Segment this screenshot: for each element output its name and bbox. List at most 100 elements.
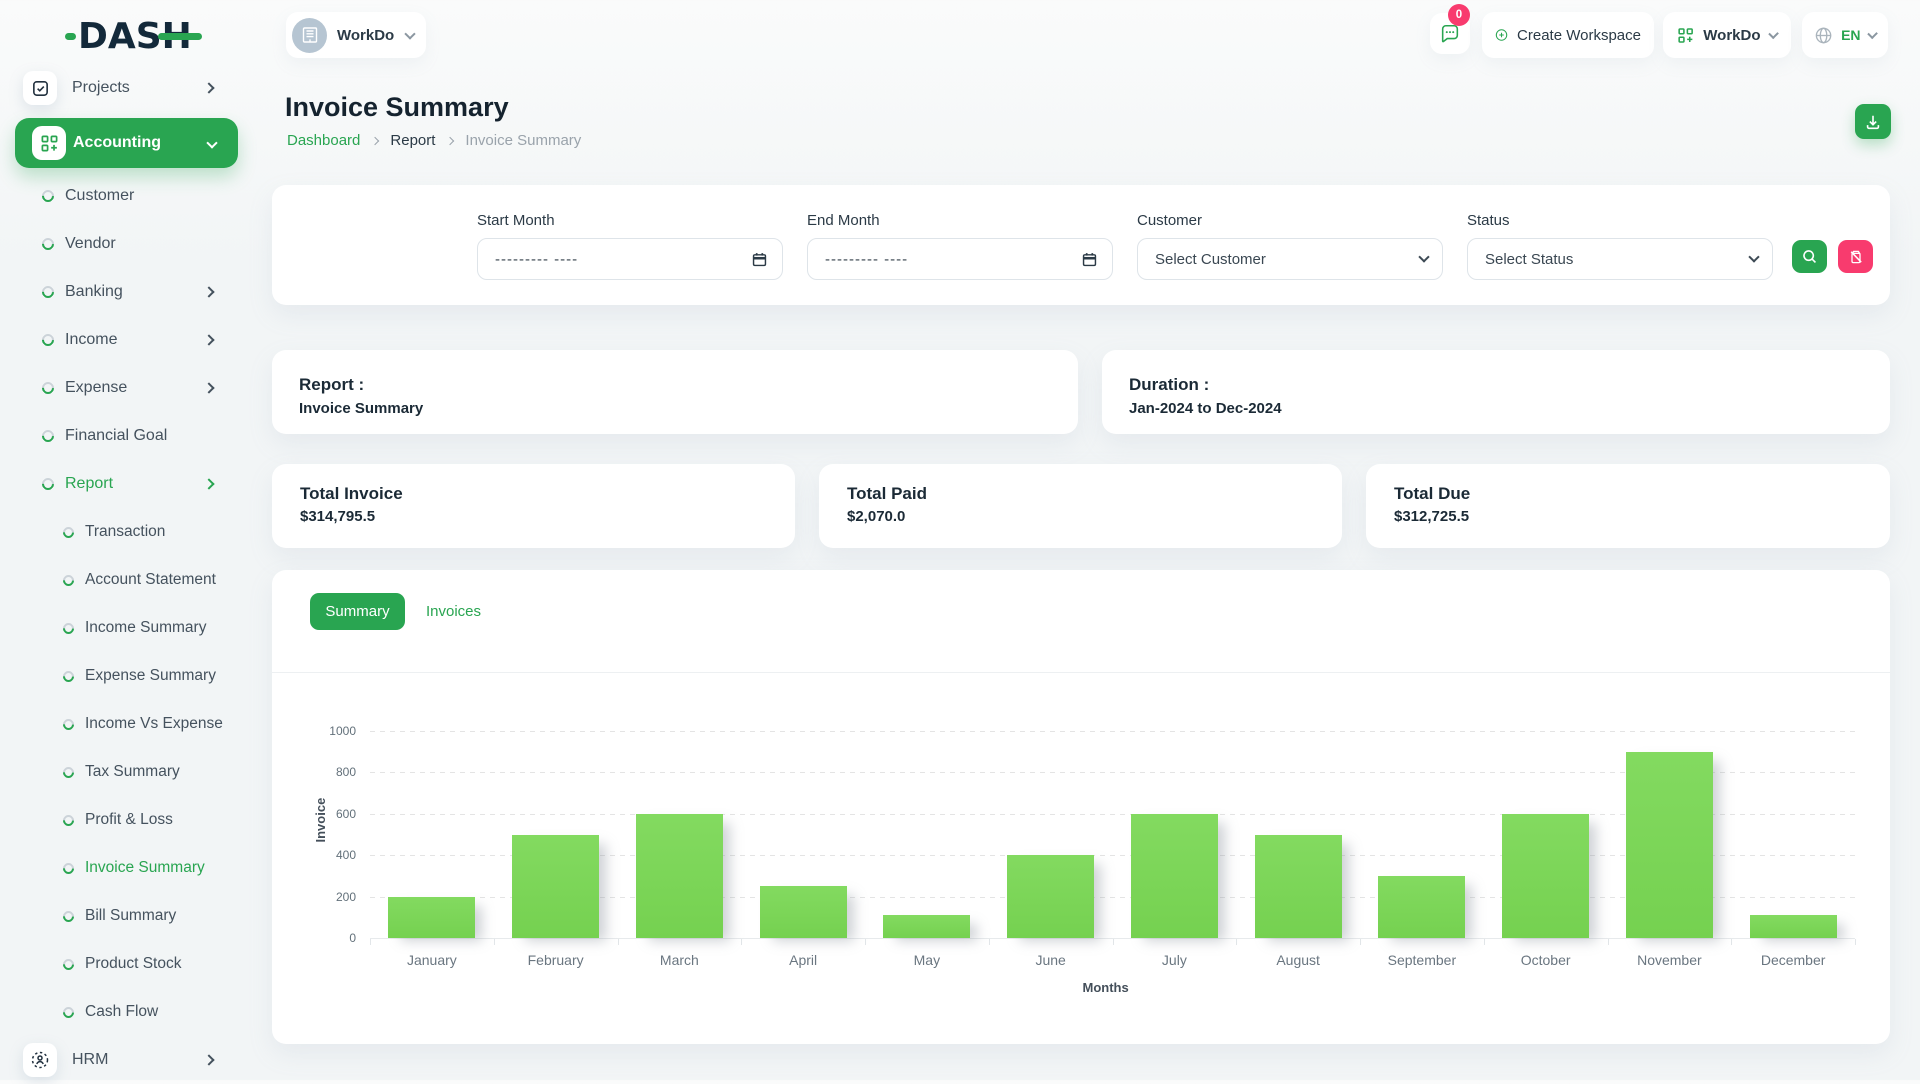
sidebar-item-label: Report [65,475,113,493]
tab-invoices[interactable]: Invoices [420,593,487,630]
plus-circle-icon [1495,25,1508,45]
duration-info-value: Jan-2024 to Dec-2024 [1129,400,1282,417]
bullet-icon [40,188,57,205]
chevron-down-icon [404,28,415,39]
y-tick-label: 0 [312,931,356,945]
sidebar-item-expense[interactable]: Expense [0,364,260,412]
chevron-right-icon [203,382,214,393]
status-select[interactable]: Select Status [1467,238,1773,280]
chevron-right-icon [203,1054,214,1065]
create-workspace-button[interactable]: Create Workspace [1482,12,1654,58]
bar-may [883,915,970,938]
bar-october [1502,814,1589,938]
stat-card-total-due: Total Due$312,725.5 [1366,464,1890,548]
bullet-icon [61,620,77,636]
clear-filter-icon [1848,249,1864,265]
x-tick-label: May [865,952,989,968]
bullet-icon [61,908,77,924]
sidebar-item-label: Cash Flow [85,1003,158,1021]
x-tick-label: April [741,952,865,968]
download-button[interactable] [1855,104,1891,139]
month-input-start[interactable]: --------- ---- [477,238,783,280]
y-tick-label: 200 [312,890,356,904]
customer-select[interactable]: Select Customer [1137,238,1443,280]
x-tick-label: March [618,952,742,968]
x-tick-label: January [370,952,494,968]
y-tick-label: 1000 [312,724,356,738]
reset-button[interactable] [1838,240,1873,273]
bar-march [636,814,723,938]
bullet-icon [61,1004,77,1020]
bullet-icon [40,380,57,397]
language-code: EN [1841,27,1860,43]
calendar-icon [1081,251,1098,268]
tab-summary[interactable]: Summary [310,593,405,630]
field-value: Select Status [1485,251,1750,268]
month-input-end[interactable]: --------- ---- [807,238,1113,280]
workspace-name: WorkDo [337,27,406,44]
sidebar-item-label: Profit & Loss [85,811,173,829]
sidebar-item-hrm[interactable]: HRM [0,1036,260,1084]
bar-august [1255,835,1342,939]
sidebar-item-income-vs-expense[interactable]: Income Vs Expense [0,700,260,748]
brand-logo[interactable]: DASH [78,16,208,56]
bullet-icon [61,524,77,540]
duration-info-label: Duration : [1129,375,1209,395]
x-axis-tick [1855,939,1856,945]
chevron-down-icon [1748,251,1759,262]
sidebar-item-expense-summary[interactable]: Expense Summary [0,652,260,700]
sidebar-item-bill-summary[interactable]: Bill Summary [0,892,260,940]
sidebar-item-income[interactable]: Income [0,316,260,364]
sidebar-item-label: Account Statement [85,571,216,589]
sidebar-item-transaction[interactable]: Transaction [0,508,260,556]
sidebar-item-tax-summary[interactable]: Tax Summary [0,748,260,796]
globe-icon [1814,25,1833,46]
building-icon [300,25,320,45]
sidebar-item-label: Financial Goal [65,427,167,445]
breadcrumb-separator [446,136,454,144]
sidebar-item-financial-goal[interactable]: Financial Goal [0,412,260,460]
x-axis-tick [1236,939,1237,945]
bullet-icon [61,572,77,588]
x-axis-title: Months [1083,980,1129,995]
bar-january [388,897,475,938]
sidebar-item-banking[interactable]: Banking [0,268,260,316]
sidebar-item-customer[interactable]: Customer [0,172,260,220]
bar-november [1626,752,1713,938]
workspace-menu[interactable]: WorkDo [1663,12,1791,58]
breadcrumb-report[interactable]: Report [390,132,435,149]
sidebar-item-invoice-summary[interactable]: Invoice Summary [0,844,260,892]
language-selector[interactable]: EN [1802,12,1888,58]
x-axis-tick [1484,939,1485,945]
breadcrumb-dashboard[interactable]: Dashboard [287,132,360,149]
page-title: Invoice Summary [285,92,509,123]
chevron-down-icon [1768,28,1779,39]
bar-february [512,835,599,939]
sidebar: Projects Accounting Customer Vendor Banking I… [0,64,260,1084]
x-tick-label: September [1360,952,1484,968]
stat-value: $2,070.0 [847,508,905,525]
chevron-right-icon [203,286,214,297]
chevron-down-icon [1418,251,1429,262]
sidebar-item-income-summary[interactable]: Income Summary [0,604,260,652]
sidebar-item-label: Vendor [65,235,116,253]
bullet-icon [61,812,77,828]
sidebar-item-account-statement[interactable]: Account Statement [0,556,260,604]
sidebar-item-accounting[interactable]: Accounting [15,118,238,168]
sidebar-item-profit-loss[interactable]: Profit & Loss [0,796,260,844]
x-axis-tick [618,939,619,945]
sidebar-item-label: Income [65,331,117,349]
sidebar-item-projects[interactable]: Projects [0,64,260,112]
x-axis-tick [1731,939,1732,945]
breadcrumb-current: Invoice Summary [465,132,581,149]
bullet-icon [40,332,57,349]
sidebar-item-label: Customer [65,187,134,205]
y-tick-label: 400 [312,848,356,862]
sidebar-item-report[interactable]: Report [0,460,260,508]
sidebar-item-product-stock[interactable]: Product Stock [0,940,260,988]
workspace-chip[interactable]: WorkDo [286,12,426,58]
sidebar-item-vendor[interactable]: Vendor [0,220,260,268]
sidebar-item-label: Income Vs Expense [85,715,223,733]
sidebar-item-cash-flow[interactable]: Cash Flow [0,988,260,1036]
search-button[interactable] [1792,240,1827,273]
